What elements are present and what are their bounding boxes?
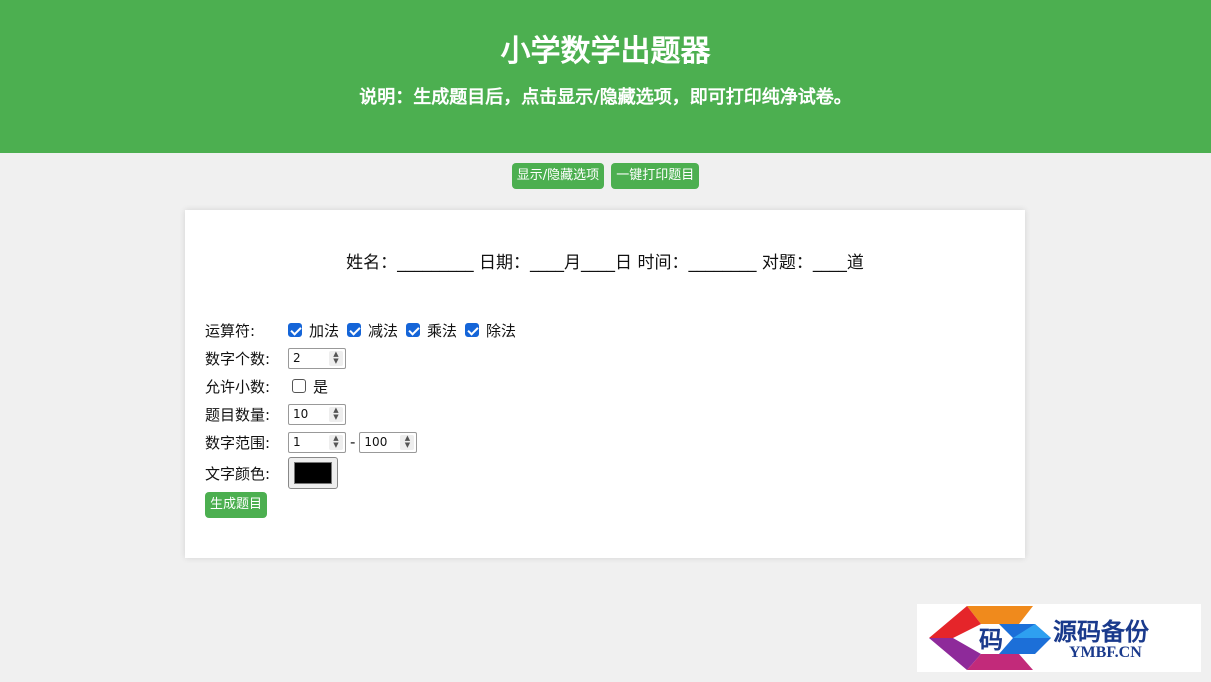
print-button[interactable]: 一键打印题目 xyxy=(611,163,700,189)
range-min-value: 1 xyxy=(293,435,301,449)
range-label: 数字范围: xyxy=(205,433,271,452)
watermark-logo: 码 源码备份 YMBF.CN xyxy=(917,604,1201,672)
digit-count-row: 数字个数: 2 ▲ ▼ xyxy=(205,344,524,372)
range-row: 数字范围: 1 ▲ ▼ - 100 ▲ ▼ xyxy=(205,428,524,456)
divide-checkbox[interactable] xyxy=(465,323,480,337)
question-count-label: 题目数量: xyxy=(205,405,271,424)
digit-count-stepper-icon[interactable]: ▲ ▼ xyxy=(329,350,343,366)
range-min-input[interactable]: 1 ▲ ▼ xyxy=(288,431,346,453)
digit-count-label: 数字个数: xyxy=(205,349,271,368)
logo-mark-icon: 码 xyxy=(929,606,1051,670)
page-subtitle: 说明：生成题目后，点击显示/隐藏选项，即可打印纯净试卷。 xyxy=(359,87,852,108)
operator-divide[interactable]: 除法 xyxy=(465,320,516,341)
logo-glyph: 码 xyxy=(979,625,1003,654)
range-max-value: 100 xyxy=(364,435,388,449)
decimals-option-label: 是 xyxy=(313,377,329,396)
toolbar: 显示/隐藏选项 一键打印题目 xyxy=(0,163,1211,189)
operator-divide-label: 除法 xyxy=(486,321,517,340)
color-picker[interactable] xyxy=(288,457,338,489)
page-title: 小学数学出题器 xyxy=(500,34,711,69)
color-swatch xyxy=(294,462,332,484)
subtract-checkbox[interactable] xyxy=(347,323,362,337)
logo-domain: YMBF.CN xyxy=(1069,644,1142,661)
student-info-line: 姓名：_________ 日期：____月____日 时间：________ 对… xyxy=(346,253,864,273)
page-header: 小学数学出题器 说明：生成题目后，点击显示/隐藏选项，即可打印纯净试卷。 xyxy=(0,0,1211,153)
worksheet-card: 姓名：_________ 日期：____月____日 时间：________ 对… xyxy=(185,210,1025,558)
generate-button[interactable]: 生成题目 xyxy=(205,492,268,518)
operator-multiply[interactable]: 乘法 xyxy=(406,320,457,341)
add-checkbox[interactable] xyxy=(288,323,302,337)
digit-count-input[interactable]: 2 ▲ ▼ xyxy=(288,347,346,369)
decimals-row: 允许小数: 是 xyxy=(205,372,524,400)
range-separator: - xyxy=(350,433,356,451)
operators-label: 运算符: xyxy=(205,321,256,340)
color-row: 文字颜色: xyxy=(205,456,524,490)
question-count-value: 10 xyxy=(293,407,309,421)
toggle-options-button[interactable]: 显示/隐藏选项 xyxy=(511,163,605,189)
logo-name: 源码备份 xyxy=(1053,617,1149,646)
decimals-label: 允许小数: xyxy=(205,377,271,396)
operator-add[interactable]: 加法 xyxy=(288,320,339,341)
question-count-input[interactable]: 10 ▲ ▼ xyxy=(288,403,346,425)
range-min-stepper-icon[interactable]: ▲ ▼ xyxy=(329,434,343,450)
operator-multiply-label: 乘法 xyxy=(427,321,458,340)
digit-count-value: 2 xyxy=(293,351,301,365)
operator-subtract[interactable]: 减法 xyxy=(347,320,398,341)
operators-row: 运算符: 加法 减法 乘法 除法 xyxy=(205,316,524,344)
question-count-stepper-icon[interactable]: ▲ ▼ xyxy=(329,406,343,422)
multiply-checkbox[interactable] xyxy=(406,323,421,337)
operator-add-label: 加法 xyxy=(309,321,340,340)
options-panel: 运算符: 加法 减法 乘法 除法 数字个数: 2 ▲ ▼ 允许小数: 是 题目数… xyxy=(205,316,524,518)
question-count-row: 题目数量: 10 ▲ ▼ xyxy=(205,400,524,428)
decimals-option[interactable]: 是 xyxy=(292,376,328,397)
decimals-checkbox[interactable] xyxy=(292,379,306,393)
operator-subtract-label: 减法 xyxy=(368,321,399,340)
color-label: 文字颜色: xyxy=(205,464,271,483)
range-max-stepper-icon[interactable]: ▲ ▼ xyxy=(400,434,415,450)
range-max-input[interactable]: 100 ▲ ▼ xyxy=(359,431,418,453)
